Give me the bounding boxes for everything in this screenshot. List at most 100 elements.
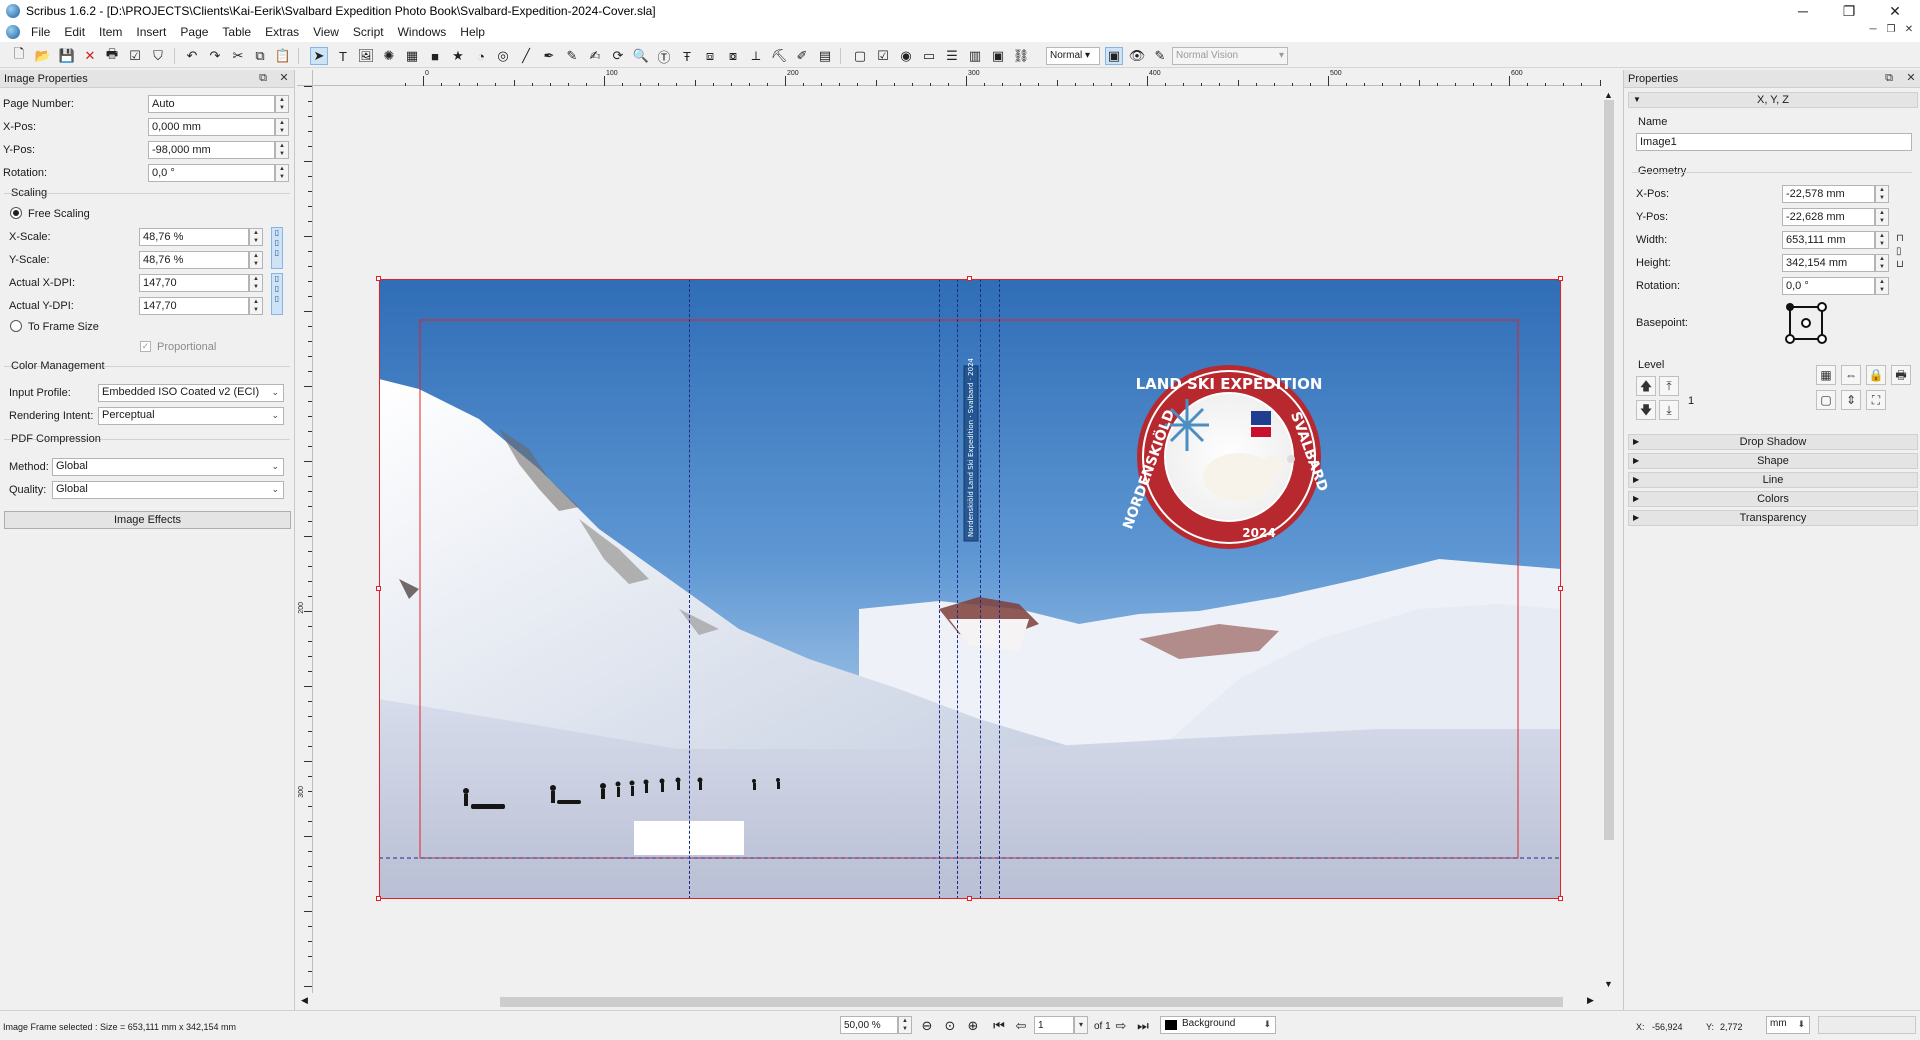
image-effects-button[interactable]: Image Effects (4, 511, 291, 529)
pdf-link-icon[interactable]: ⛓ (1012, 47, 1030, 65)
resize-handle-top-right[interactable] (1558, 276, 1563, 281)
guide-line[interactable] (999, 279, 1000, 899)
layer-select[interactable]: Background ⬇ (1160, 1016, 1276, 1034)
float-panel-icon[interactable]: ⧉ (256, 71, 270, 85)
cover-image-frame[interactable]: LAND SKI EXPEDITION NORDENSKIÖLD SVALBAR… (379, 279, 1561, 899)
redo-icon[interactable]: ↷ (206, 47, 224, 65)
xscale-field[interactable]: 48,76 % (139, 228, 249, 246)
quality-select[interactable]: Global ⌄ (52, 481, 284, 499)
geom-rotation-spinner[interactable]: ▲ ▼ (1875, 277, 1889, 295)
table-icon[interactable]: ▦ (403, 47, 421, 65)
arc-icon[interactable]: ◔ (472, 47, 490, 65)
group-icon[interactable]: ▦ (1816, 365, 1836, 385)
copy-properties-icon[interactable]: ⛏ (770, 47, 788, 65)
horizontal-scrollbar[interactable]: ◀ ▶ (297, 993, 1601, 1010)
vertical-scroll-thumb[interactable] (1604, 100, 1614, 840)
render-frame-icon[interactable]: ✺ (380, 47, 398, 65)
geom-width-field[interactable]: 653,111 mm (1782, 231, 1875, 249)
first-page-icon[interactable]: ⏮ (990, 1017, 1008, 1035)
page-field[interactable]: 1 (1034, 1016, 1074, 1034)
menu-file[interactable]: File (24, 25, 57, 39)
menu-edit[interactable]: Edit (57, 25, 92, 39)
geom-rotation-field[interactable]: 0,0 ° (1782, 277, 1875, 295)
ypos-spinner[interactable]: ▲ ▼ (275, 141, 289, 159)
guide-line[interactable] (957, 279, 958, 899)
zoom-spinner[interactable]: ▲ ▼ (898, 1016, 912, 1034)
text-frame-icon[interactable]: T (334, 47, 352, 65)
image-frame-icon[interactable]: 🖼 (357, 47, 375, 65)
tab-xyz[interactable]: ▼ X, Y, Z (1628, 92, 1918, 108)
menu-item[interactable]: Item (92, 25, 129, 39)
document-icon[interactable] (6, 25, 20, 39)
menu-view[interactable]: View (306, 25, 346, 39)
geom-height-field[interactable]: 342,154 mm (1782, 254, 1875, 272)
lower-icon[interactable]: 🡇 (1636, 400, 1656, 420)
resize-handle-left[interactable] (376, 586, 381, 591)
resize-handle-bottom-left[interactable] (376, 896, 381, 901)
close-panel-icon[interactable]: ✕ (277, 71, 291, 85)
menu-page[interactable]: Page (173, 25, 215, 39)
section-shape[interactable]: ▶ Shape (1628, 453, 1918, 469)
section-drop-shadow[interactable]: ▶ Drop Shadow (1628, 434, 1918, 450)
free-scaling-radio[interactable] (10, 207, 22, 219)
yscale-spinner[interactable]: ▲ ▼ (249, 251, 263, 269)
size-chain-icon[interactable]: ⊓ ▯ ⊔ (1896, 232, 1904, 271)
image-quality-combo[interactable]: Normal ▾ (1046, 47, 1100, 65)
cut-icon[interactable]: ✂ (229, 47, 247, 65)
close-document-icon[interactable]: ✕ (81, 47, 99, 65)
section-transparency[interactable]: ▶ Transparency (1628, 510, 1918, 526)
next-page-icon[interactable]: ⇨ (1112, 1017, 1130, 1035)
rotation-spinner[interactable]: ▲ ▼ (275, 164, 289, 182)
menu-insert[interactable]: Insert (129, 25, 173, 39)
menu-table[interactable]: Table (215, 25, 258, 39)
zoom-field[interactable]: 50,00 % (840, 1016, 898, 1034)
printable-icon[interactable]: 🖶 (1891, 365, 1911, 385)
scroll-down-icon[interactable]: ▼ (1604, 979, 1613, 989)
line-icon[interactable]: ╱ (517, 47, 535, 65)
resize-handle-top[interactable] (967, 276, 972, 281)
bezier-icon[interactable]: ✒ (540, 47, 558, 65)
flip-horizontal-icon[interactable]: ⇔ (1841, 365, 1861, 385)
previous-page-icon[interactable]: ⇦ (1012, 1017, 1030, 1035)
doc-minimize-icon[interactable]: ─ (1864, 24, 1882, 40)
guide-line[interactable] (980, 279, 981, 899)
actual-ydpi-field[interactable]: 147,70 (139, 297, 249, 315)
unit-select[interactable]: mm ⬇ (1766, 1016, 1810, 1034)
zoom-icon[interactable]: 🔍 (632, 47, 650, 65)
geom-width-spinner[interactable]: ▲ ▼ (1875, 231, 1889, 249)
geom-height-spinner[interactable]: ▲ ▼ (1875, 254, 1889, 272)
guide-line[interactable] (939, 279, 940, 899)
method-select[interactable]: Global ⌄ (52, 458, 284, 476)
edit-text-icon[interactable]: Ŧ (678, 47, 696, 65)
pdf-tools-icon[interactable]: ▤ (816, 47, 834, 65)
resize-handle-top-left[interactable] (376, 276, 381, 281)
edit-mode-icon[interactable]: ✎ (1151, 47, 1169, 65)
raise-to-top-icon[interactable]: ⤒ (1659, 376, 1679, 396)
spiral-icon[interactable]: ◎ (494, 47, 512, 65)
close-panel-icon[interactable]: ✕ (1904, 71, 1918, 85)
export-pdf-icon[interactable]: ⛉ (149, 47, 167, 65)
section-colors[interactable]: ▶ Colors (1628, 491, 1918, 507)
page-number-spinner[interactable]: ▲ ▼ (275, 95, 289, 113)
resize-handle-right[interactable] (1558, 586, 1563, 591)
proportional-checkbox[interactable]: ✓ (140, 341, 151, 352)
scroll-up-icon[interactable]: ▲ (1604, 90, 1613, 100)
pdf-radio-icon[interactable]: ◉ (897, 47, 915, 65)
freehand-icon[interactable]: ✎ (563, 47, 581, 65)
geom-ypos-field[interactable]: -22,628 mm (1782, 208, 1875, 226)
copy-icon[interactable]: ⧉ (251, 47, 269, 65)
edit-contents-icon[interactable]: Ⓣ (655, 47, 673, 65)
input-profile-select[interactable]: Embedded ISO Coated v2 (ECI) ⌄ (98, 384, 284, 402)
unlink-frames-icon[interactable]: ⧇ (724, 47, 742, 65)
print-icon[interactable]: 🖶 (103, 46, 121, 65)
section-line[interactable]: ▶ Line (1628, 472, 1918, 488)
menu-script[interactable]: Script (346, 25, 391, 39)
basepoint-selector[interactable] (1784, 301, 1828, 345)
last-page-icon[interactable]: ⏭ (1134, 1017, 1152, 1035)
horizontal-ruler[interactable]: 0 100 200 300 400 500 600 (313, 70, 1601, 86)
calligraphic-icon[interactable]: ✍ (586, 47, 604, 65)
ungroup-icon[interactable]: ▢ (1816, 390, 1836, 410)
preview-mode-icon[interactable]: ▣ (1105, 47, 1123, 65)
menu-help[interactable]: Help (453, 25, 492, 39)
menu-extras[interactable]: Extras (258, 25, 306, 39)
